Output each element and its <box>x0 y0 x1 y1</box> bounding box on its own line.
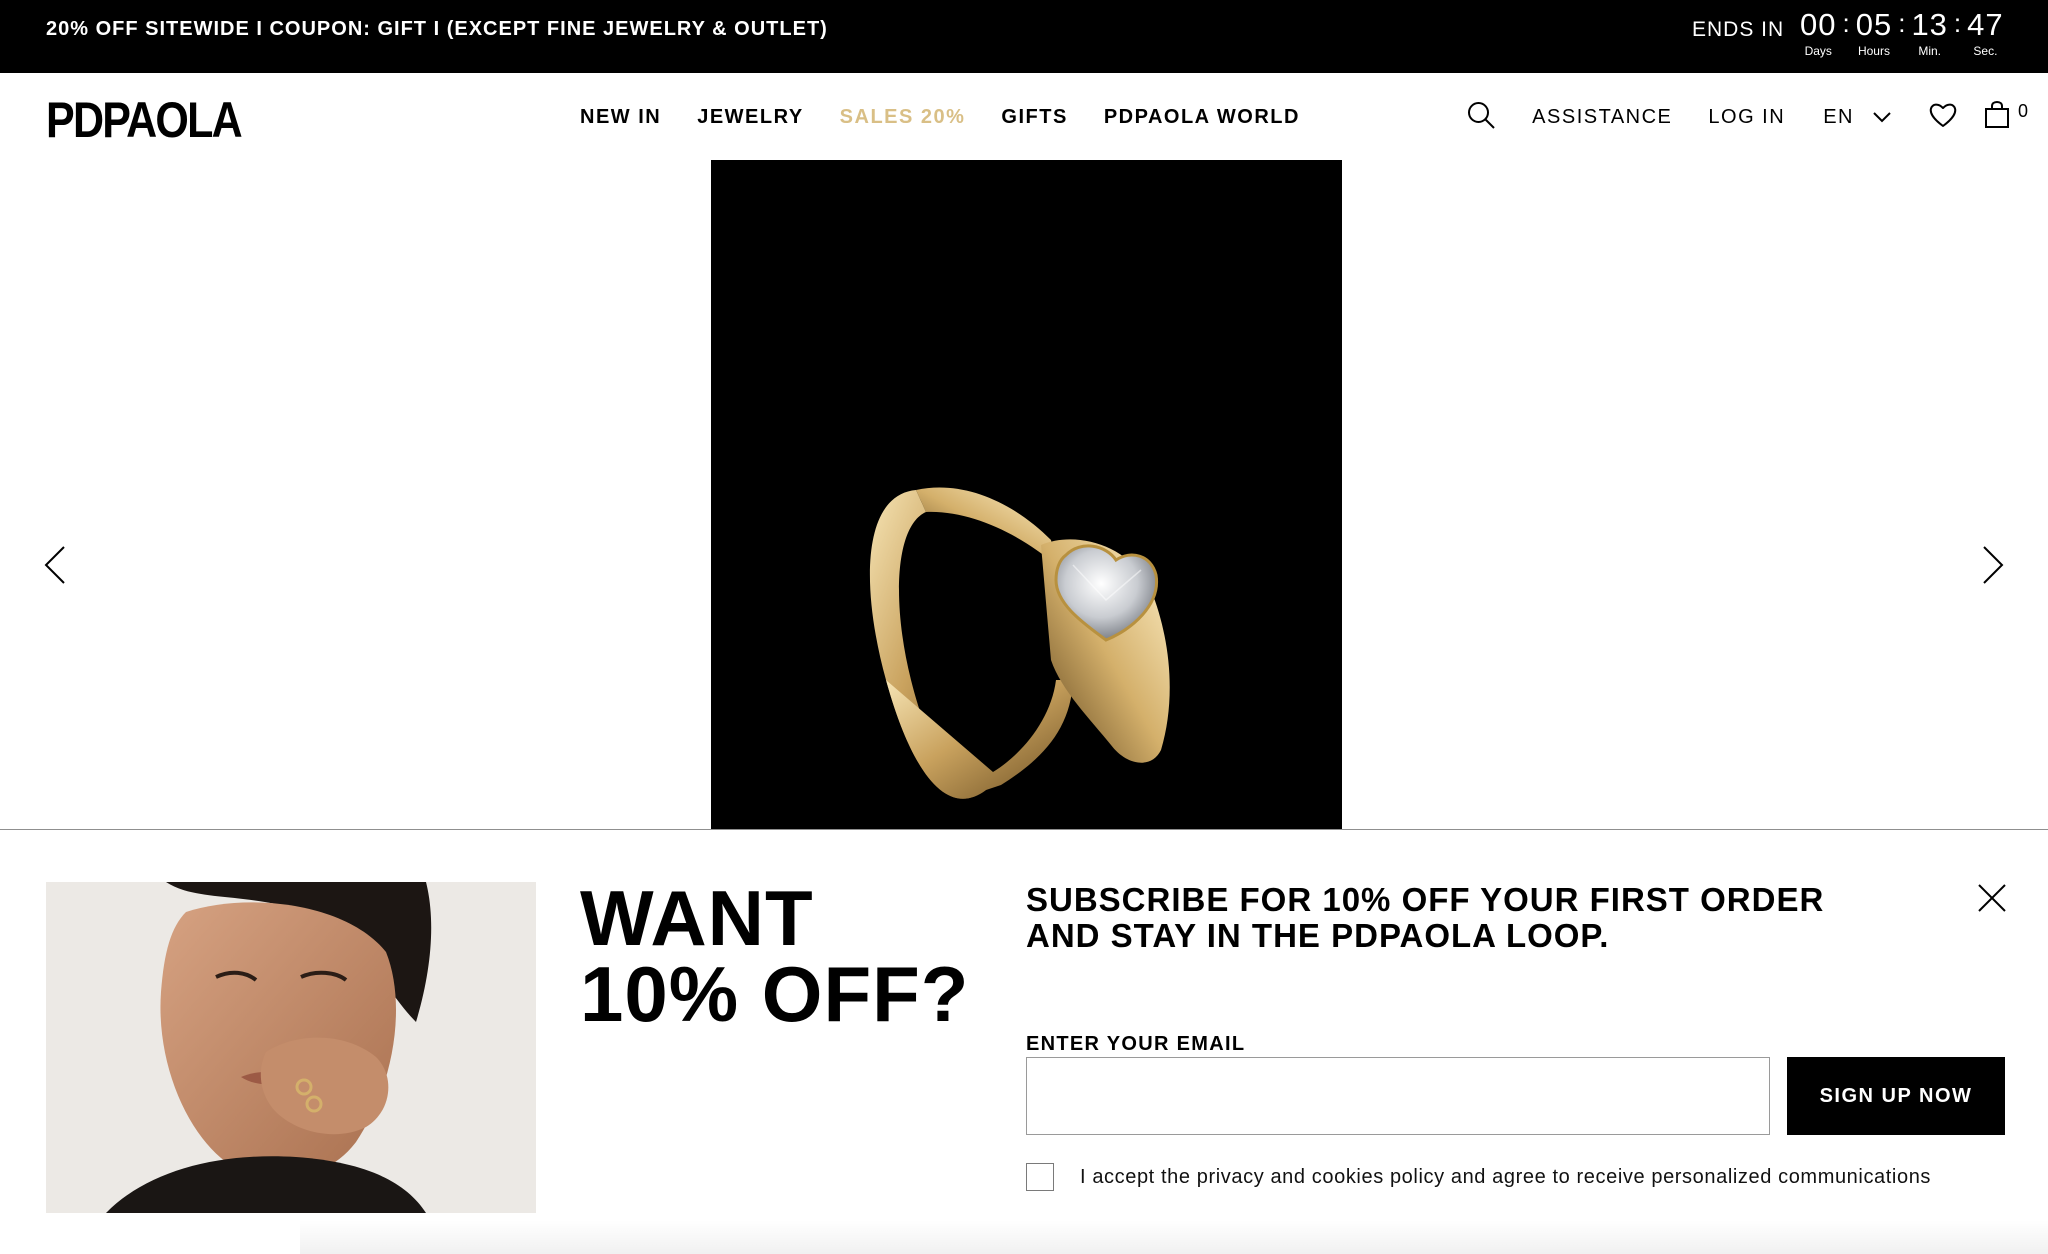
search-icon[interactable] <box>1466 100 1496 135</box>
subheadline-line-1: SUBSCRIBE FOR 10% OFF YOUR FIRST ORDER <box>1026 881 1825 918</box>
cart-button[interactable]: 0 <box>1984 100 2028 134</box>
email-label: ENTER YOUR EMAIL <box>1026 1033 1246 1055</box>
chevron-left-icon <box>44 546 66 589</box>
subheadline-line-2: AND STAY IN THE PDPAOLA LOOP. <box>1026 917 1610 954</box>
nav-item-gifts[interactable]: GIFTS <box>1001 106 1067 129</box>
nav-item-jewelry[interactable]: JEWELRY <box>697 106 803 129</box>
shopping-bag-icon <box>1984 100 2010 134</box>
newsletter-subheadline: SUBSCRIBE FOR 10% OFF YOUR FIRST ORDER A… <box>1026 882 1824 954</box>
consent-row: I accept the privacy and cookies policy … <box>1026 1163 1931 1191</box>
newsletter-modal: WANT 10% OFF? SUBSCRIBE FOR 10% OFF YOUR… <box>0 829 2048 1254</box>
header-actions: ASSISTANCE LOG IN EN 0 <box>1466 97 2028 137</box>
site-header: PDPAOLA NEW IN JEWELRY SALES 20% GIFTS P… <box>0 73 2048 159</box>
countdown-seconds: 47 Sec. <box>1967 7 2004 59</box>
nav-item-pdpaola-world[interactable]: PDPAOLA WORLD <box>1104 106 1300 129</box>
countdown-days-label: Days <box>1804 44 1832 58</box>
ring-illustration <box>711 160 1342 830</box>
countdown-seconds-value: 47 <box>1967 7 2004 42</box>
sign-up-button[interactable]: SIGN UP NOW <box>1787 1057 2005 1135</box>
countdown-separator: : <box>1898 8 1906 38</box>
carousel-next-button[interactable] <box>1982 545 2004 590</box>
modal-bottom-shadow <box>300 1220 2048 1254</box>
countdown-days-value: 00 <box>1800 7 1837 42</box>
close-button[interactable] <box>1976 882 2008 914</box>
countdown-hours: 05 Hours <box>1855 7 1893 59</box>
headline-line-1: WANT <box>580 874 814 962</box>
promo-text[interactable]: 20% OFF SITEWIDE I COUPON: GIFT I (EXCEP… <box>46 18 828 41</box>
nav-item-new-in[interactable]: NEW IN <box>580 106 661 129</box>
headline-line-2: 10% OFF? <box>580 950 970 1038</box>
nav-item-sales[interactable]: SALES 20% <box>840 106 966 129</box>
consent-checkbox[interactable] <box>1026 1163 1054 1191</box>
site-logo[interactable]: PDPAOLA <box>46 91 243 149</box>
countdown-minutes-value: 13 <box>1911 7 1948 42</box>
language-value: EN <box>1823 105 1854 128</box>
chevron-down-icon <box>1872 106 1892 129</box>
countdown-minutes: 13 Min. <box>1911 7 1948 59</box>
countdown-timer: 00 Days : 05 Hours : 13 Min. : 47 Sec. <box>1800 7 2004 59</box>
newsletter-headline: WANT 10% OFF? <box>580 874 970 1038</box>
countdown-hours-label: Hours <box>1857 44 1890 58</box>
consent-text[interactable]: I accept the privacy and cookies policy … <box>1080 1166 1931 1189</box>
email-field[interactable] <box>1026 1057 1770 1135</box>
heart-icon[interactable] <box>1928 101 1958 134</box>
carousel-prev-button[interactable] <box>44 545 66 590</box>
ends-in-label: ENDS IN <box>1692 18 1785 41</box>
hero-product-image[interactable] <box>711 160 1342 830</box>
model-illustration <box>46 882 536 1213</box>
assistance-link[interactable]: ASSISTANCE <box>1532 106 1672 129</box>
countdown-separator: : <box>1953 8 1962 38</box>
close-icon <box>1976 884 2008 918</box>
cart-count: 0 <box>2017 100 2028 121</box>
countdown-minutes-label: Min. <box>1918 44 1942 58</box>
countdown-hours-value: 05 <box>1855 7 1893 42</box>
countdown-seconds-label: Sec. <box>1973 44 1998 58</box>
countdown-days: 00 Days <box>1800 7 1837 59</box>
countdown-separator: : <box>1842 8 1850 38</box>
promo-bar: 20% OFF SITEWIDE I COUPON: GIFT I (EXCEP… <box>0 0 2048 73</box>
chevron-right-icon <box>1982 546 2004 589</box>
main-nav: NEW IN JEWELRY SALES 20% GIFTS PDPAOLA W… <box>580 106 1300 129</box>
login-link[interactable]: LOG IN <box>1708 106 1785 129</box>
language-selector[interactable]: EN <box>1823 106 1892 129</box>
newsletter-photo <box>46 882 536 1213</box>
